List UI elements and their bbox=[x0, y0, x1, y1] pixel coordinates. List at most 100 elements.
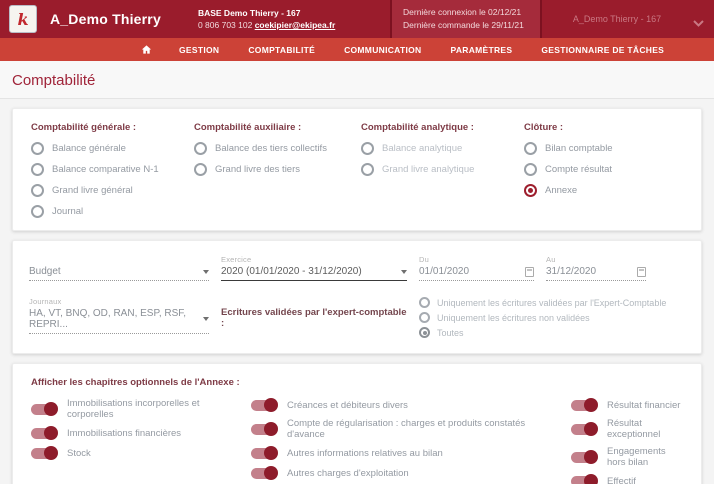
toggle-switch-icon bbox=[31, 446, 58, 460]
toggle-creances-debiteurs[interactable]: Créances et débiteurs divers bbox=[251, 398, 563, 412]
toggle-switch-icon bbox=[571, 474, 598, 484]
chevron-down-icon[interactable] bbox=[693, 14, 704, 32]
toggle-switch-icon bbox=[571, 398, 598, 412]
annexe-col-2: Créances et débiteurs divers Compte de r… bbox=[251, 398, 563, 484]
phone-number: 0 806 703 102 bbox=[197, 20, 253, 30]
group-comptabilite-generale: Comptabilité générale : Balance générale… bbox=[31, 122, 194, 226]
date-from-field[interactable]: Du 01/01/2020 bbox=[419, 255, 534, 281]
radio-journal[interactable]: Journal bbox=[31, 205, 194, 218]
budget-select[interactable]: Budget bbox=[29, 255, 209, 281]
group-label: Comptabilité auxiliaire : bbox=[194, 122, 302, 133]
radio-icon bbox=[524, 142, 537, 155]
toggle-effectif[interactable]: Effectif bbox=[571, 474, 685, 484]
account-info-block: BASE Demo Thierry - 167 0 806 703 102 co… bbox=[198, 7, 335, 32]
radio-balance-tiers-collectifs[interactable]: Balance des tiers collectifs bbox=[194, 142, 361, 155]
nav-item-communication[interactable]: COMMUNICATION bbox=[344, 45, 421, 55]
radio-balance-generale[interactable]: Balance générale bbox=[31, 142, 194, 155]
radio-balance-analytique[interactable]: Balance analytique bbox=[361, 142, 524, 155]
journaux-select[interactable]: Journaux HA, VT, BNQ, OD, RAN, ESP, RSF,… bbox=[29, 297, 209, 334]
toggle-switch-icon bbox=[571, 450, 598, 464]
filters-panel: Budget Exercice 2020 (01/01/2020 - 31/12… bbox=[12, 240, 702, 354]
date-to-field[interactable]: Au 31/12/2020 bbox=[546, 255, 646, 281]
toggle-resultat-exceptionnel[interactable]: Résultat exceptionnel bbox=[571, 418, 685, 440]
radio-icon bbox=[419, 297, 430, 308]
radio-balance-comparative[interactable]: Balance comparative N-1 bbox=[31, 163, 194, 176]
session-info-box: Dernière connexion le 02/12/21 Dernière … bbox=[390, 0, 542, 38]
field-label: Au bbox=[546, 255, 556, 264]
nav-item-gestionnaire-taches[interactable]: GESTIONNAIRE DE TÂCHES bbox=[541, 45, 664, 55]
toggle-switch-icon bbox=[31, 426, 58, 440]
radio-grand-livre-general[interactable]: Grand livre général bbox=[31, 184, 194, 197]
app-header: k A_Demo Thierry BASE Demo Thierry - 167… bbox=[0, 0, 714, 38]
dropdown-arrow-icon bbox=[203, 269, 209, 274]
radio-grand-livre-analytique[interactable]: Grand livre analytique bbox=[361, 163, 524, 176]
app-title: A_Demo Thierry bbox=[50, 11, 161, 27]
logo-icon: k bbox=[17, 9, 29, 29]
account-selector[interactable]: A_Demo Thierry - 167 bbox=[552, 0, 682, 38]
radio-icon bbox=[419, 327, 430, 338]
nav-item-parametres[interactable]: PARAMÈTRES bbox=[450, 45, 512, 55]
toggle-switch-icon bbox=[31, 402, 58, 416]
radio-icon bbox=[524, 184, 537, 197]
annexe-col-1: Immobilisations incorporelles et corpore… bbox=[31, 398, 243, 484]
group-label: Comptabilité générale : bbox=[31, 122, 137, 133]
validation-label: Ecritures validées par l'expert-comptabl… bbox=[221, 307, 407, 329]
email-link[interactable]: coekipier@ekipea.fr bbox=[255, 20, 336, 30]
field-label: Exercice bbox=[221, 255, 252, 264]
toggle-switch-icon bbox=[571, 422, 598, 436]
group-cloture: Clôture : Bilan comptable Compte résulta… bbox=[524, 122, 701, 226]
nav-item-comptabilite[interactable]: COMPTABILITÉ bbox=[248, 45, 315, 55]
radio-icon bbox=[31, 184, 44, 197]
toggle-engagements-hors-bilan[interactable]: Engagements hors bilan bbox=[571, 446, 685, 468]
last-connection: Dernière connexion le 02/12/21 bbox=[403, 7, 522, 18]
radio-non-validees[interactable]: Uniquement les écritures non validées bbox=[419, 312, 685, 323]
radio-toutes[interactable]: Toutes bbox=[419, 327, 685, 338]
toggle-autres-charges-exploitation[interactable]: Autres charges d'exploitation bbox=[251, 466, 563, 480]
radio-icon bbox=[361, 163, 374, 176]
radio-icon bbox=[419, 312, 430, 323]
dropdown-arrow-icon bbox=[203, 317, 209, 321]
annexe-heading: Afficher les chapitres optionnels de l'A… bbox=[31, 377, 240, 388]
calendar-icon[interactable] bbox=[525, 266, 534, 277]
toggle-switch-icon bbox=[251, 398, 278, 412]
radio-grand-livre-tiers[interactable]: Grand livre des tiers bbox=[194, 163, 361, 176]
radio-icon bbox=[31, 163, 44, 176]
toggle-autres-informations-bilan[interactable]: Autres informations relatives au bilan bbox=[251, 446, 563, 460]
radio-validees-expert[interactable]: Uniquement les écritures validées par l'… bbox=[419, 297, 685, 308]
radio-icon bbox=[31, 142, 44, 155]
dropdown-arrow-icon bbox=[401, 269, 407, 274]
radio-icon bbox=[31, 205, 44, 218]
calendar-icon[interactable] bbox=[637, 266, 646, 277]
toggle-switch-icon bbox=[251, 466, 278, 480]
annexe-col-3: Résultat financier Résultat exceptionnel… bbox=[571, 398, 685, 484]
field-label: Du bbox=[419, 255, 429, 264]
toggle-immobilisations-incorporelles[interactable]: Immobilisations incorporelles et corpore… bbox=[31, 398, 243, 420]
group-comptabilite-analytique: Comptabilité analytique : Balance analyt… bbox=[361, 122, 524, 226]
nav-item-gestion[interactable]: GESTION bbox=[179, 45, 219, 55]
radio-annexe[interactable]: Annexe bbox=[524, 184, 701, 197]
annexe-chapters-panel: Afficher les chapitres optionnels de l'A… bbox=[12, 363, 702, 484]
radio-icon bbox=[361, 142, 374, 155]
validation-radio-group: Uniquement les écritures validées par l'… bbox=[419, 297, 685, 339]
base-name: BASE Demo Thierry - 167 bbox=[197, 7, 301, 18]
last-order: Dernière commande le 29/11/21 bbox=[403, 20, 524, 30]
toggle-stock[interactable]: Stock bbox=[31, 446, 243, 460]
page-title: Comptabilité bbox=[0, 61, 714, 99]
radio-icon bbox=[194, 163, 207, 176]
report-selection-panel: Comptabilité générale : Balance générale… bbox=[12, 108, 702, 231]
toggle-compte-regularisation[interactable]: Compte de régularisation : charges et pr… bbox=[251, 418, 563, 440]
radio-icon bbox=[524, 163, 537, 176]
exercice-select[interactable]: Exercice 2020 (01/01/2020 - 31/12/2020) bbox=[221, 255, 407, 281]
main-nav: GESTION COMPTABILITÉ COMMUNICATION PARAM… bbox=[0, 38, 714, 61]
radio-compte-resultat[interactable]: Compte résultat bbox=[524, 163, 701, 176]
group-label: Clôture : bbox=[524, 122, 564, 133]
toggle-resultat-financier[interactable]: Résultat financier bbox=[571, 398, 685, 412]
field-label: Journaux bbox=[29, 297, 62, 306]
app-logo[interactable]: k bbox=[9, 5, 37, 33]
group-comptabilite-auxiliaire: Comptabilité auxiliaire : Balance des ti… bbox=[194, 122, 361, 226]
radio-icon bbox=[194, 142, 207, 155]
home-icon[interactable] bbox=[141, 44, 152, 55]
radio-bilan-comptable[interactable]: Bilan comptable bbox=[524, 142, 701, 155]
toggle-immobilisations-financieres[interactable]: Immobilisations financières bbox=[31, 426, 243, 440]
toggle-switch-icon bbox=[251, 422, 278, 436]
